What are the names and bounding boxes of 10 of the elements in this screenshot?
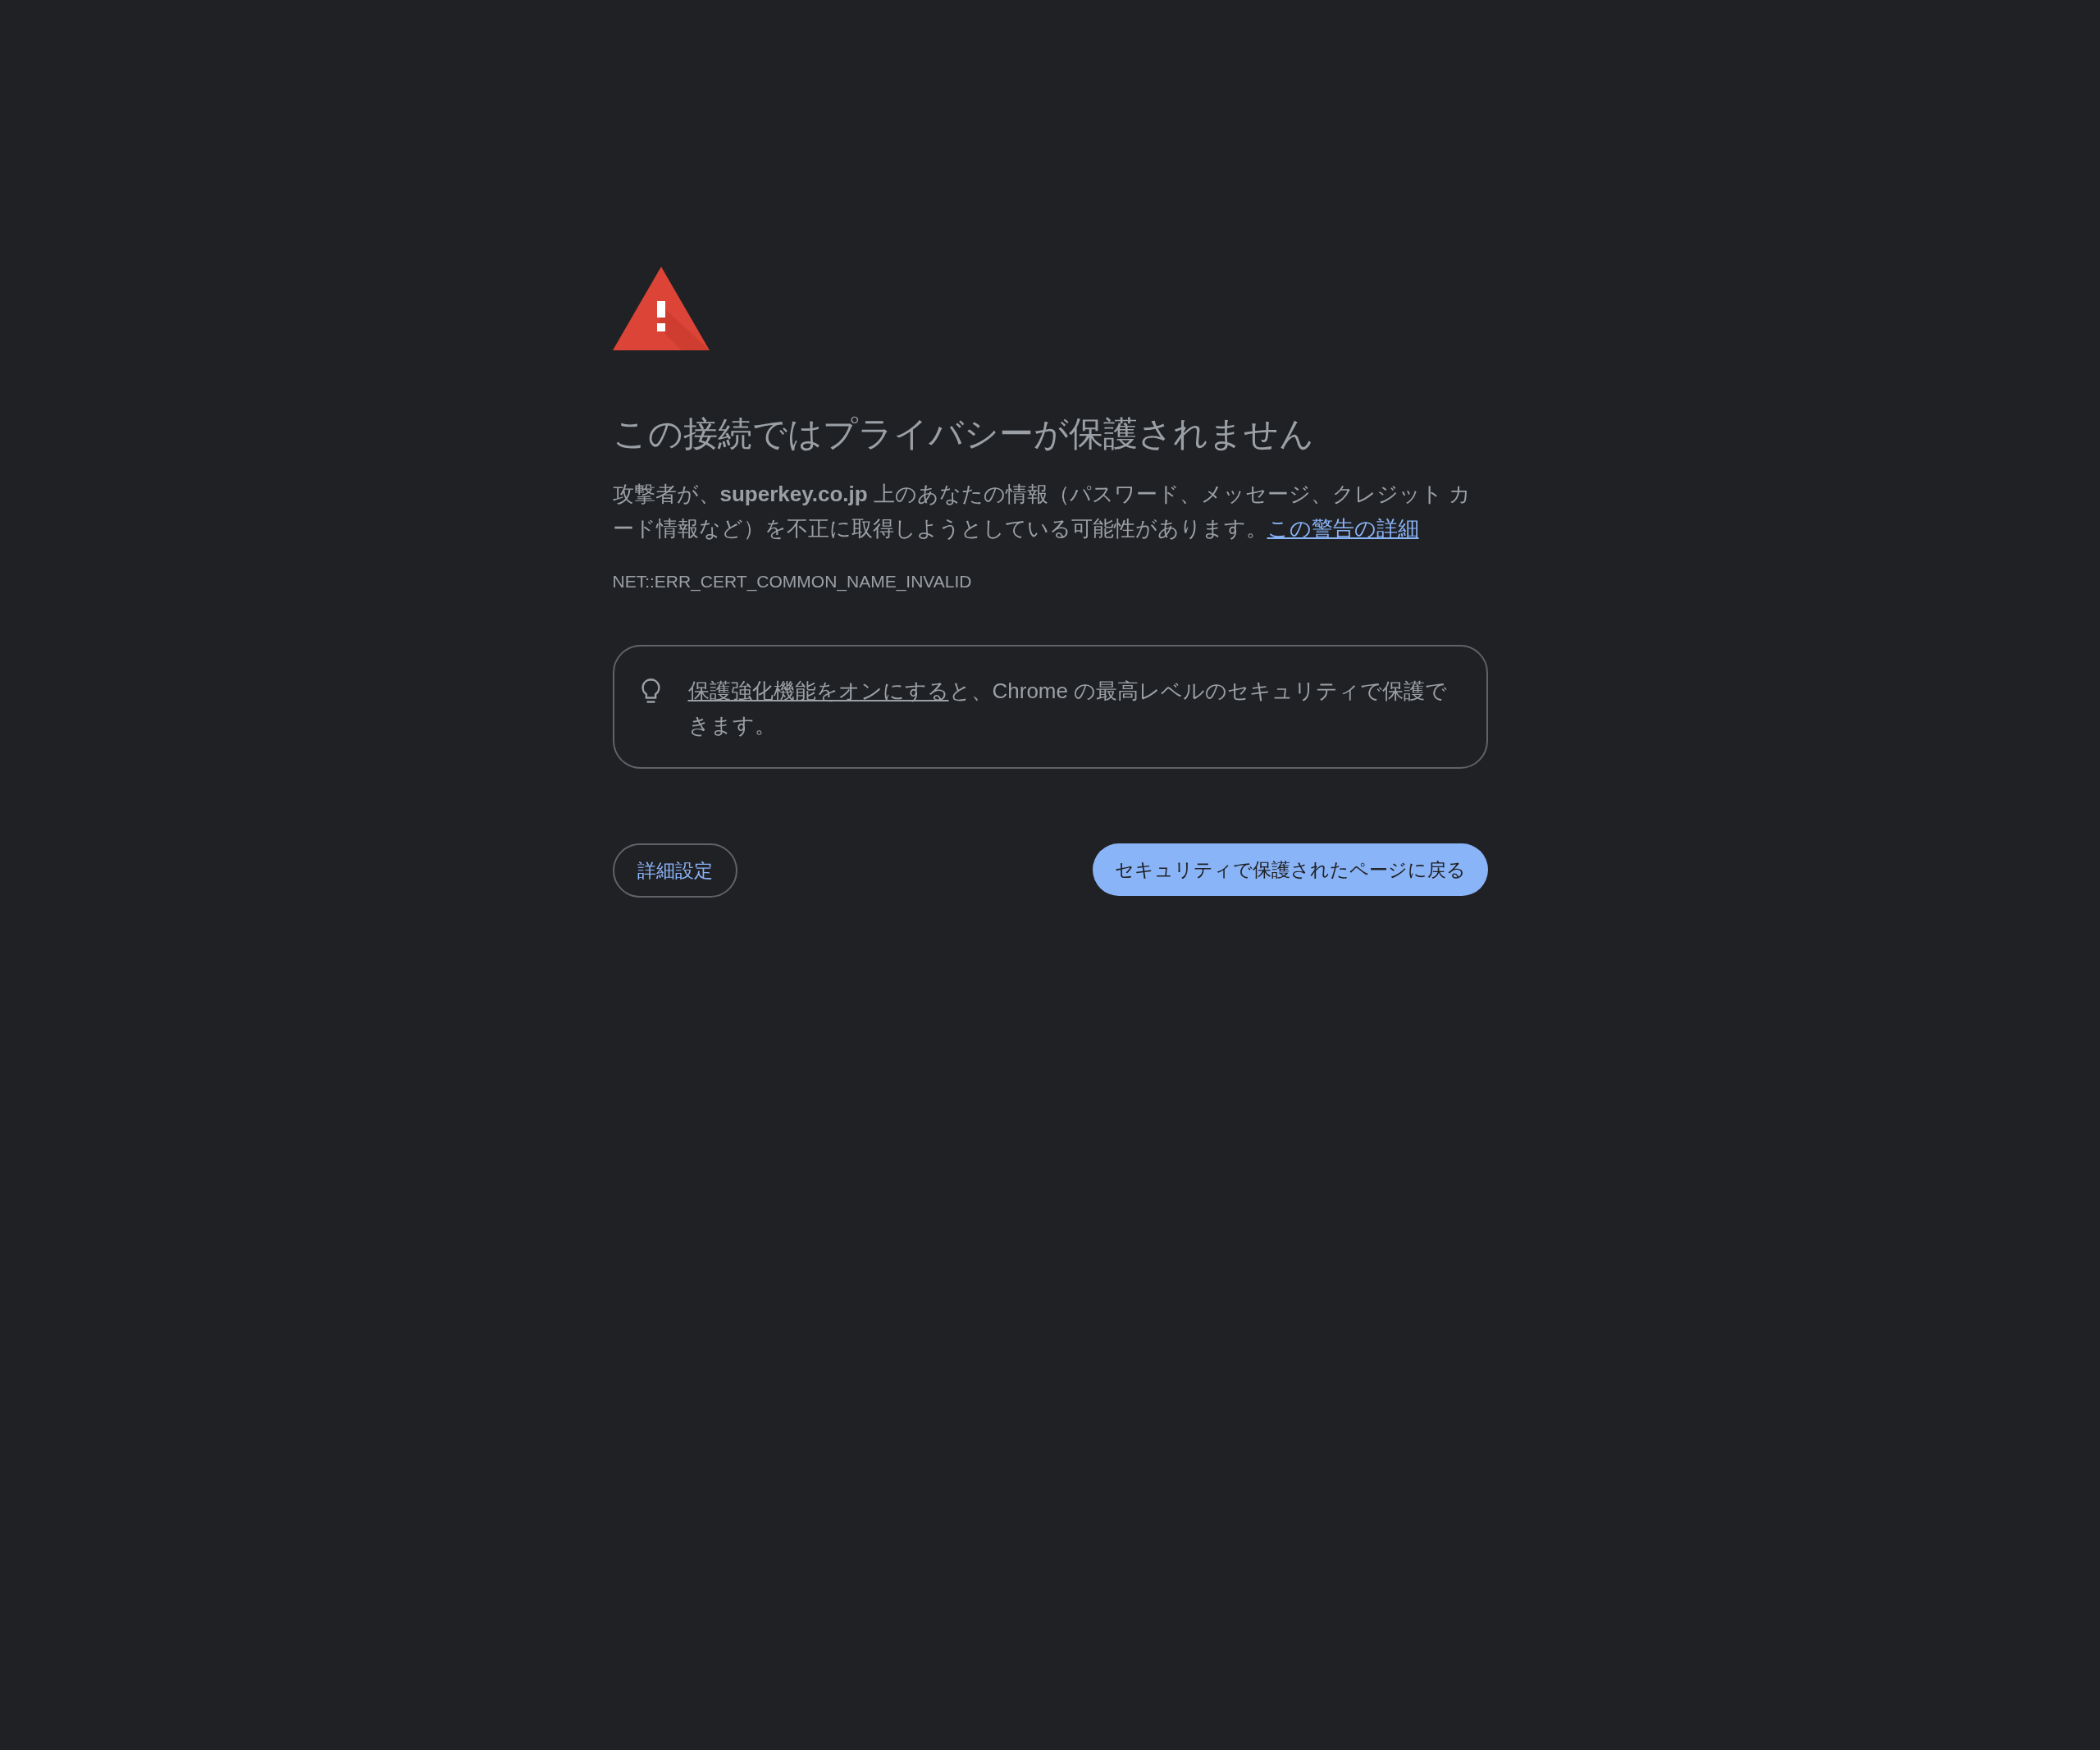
learn-more-link[interactable]: この警告の詳細 — [1267, 516, 1419, 541]
warning-message: 攻撃者が、superkey.co.jp 上のあなたの情報（パスワード、メッセージ、クレジット カード情報など）を不正に取得しようとしている可能性があります。この警告の詳細 — [612, 481, 1472, 542]
back-to-safety-button[interactable]: セキュリティで保護されたページに戻る — [1092, 843, 1488, 896]
advanced-button[interactable]: 詳細設定 — [612, 843, 737, 898]
enhanced-protection-link[interactable]: 保護強化機能をオンにする — [687, 679, 949, 703]
tip-text: 保護強化機能をオンにする と、Chrome の最高レベルのセキュリティで保護できます。 — [687, 678, 1449, 739]
error-code: NET::ERR_CERT_COMMON_NAME_INVALID — [612, 571, 973, 593]
page-heading: この接続ではプライバシーが保護されません — [612, 414, 1315, 455]
lightbulb-icon — [640, 679, 661, 704]
warning-icon — [612, 267, 710, 350]
